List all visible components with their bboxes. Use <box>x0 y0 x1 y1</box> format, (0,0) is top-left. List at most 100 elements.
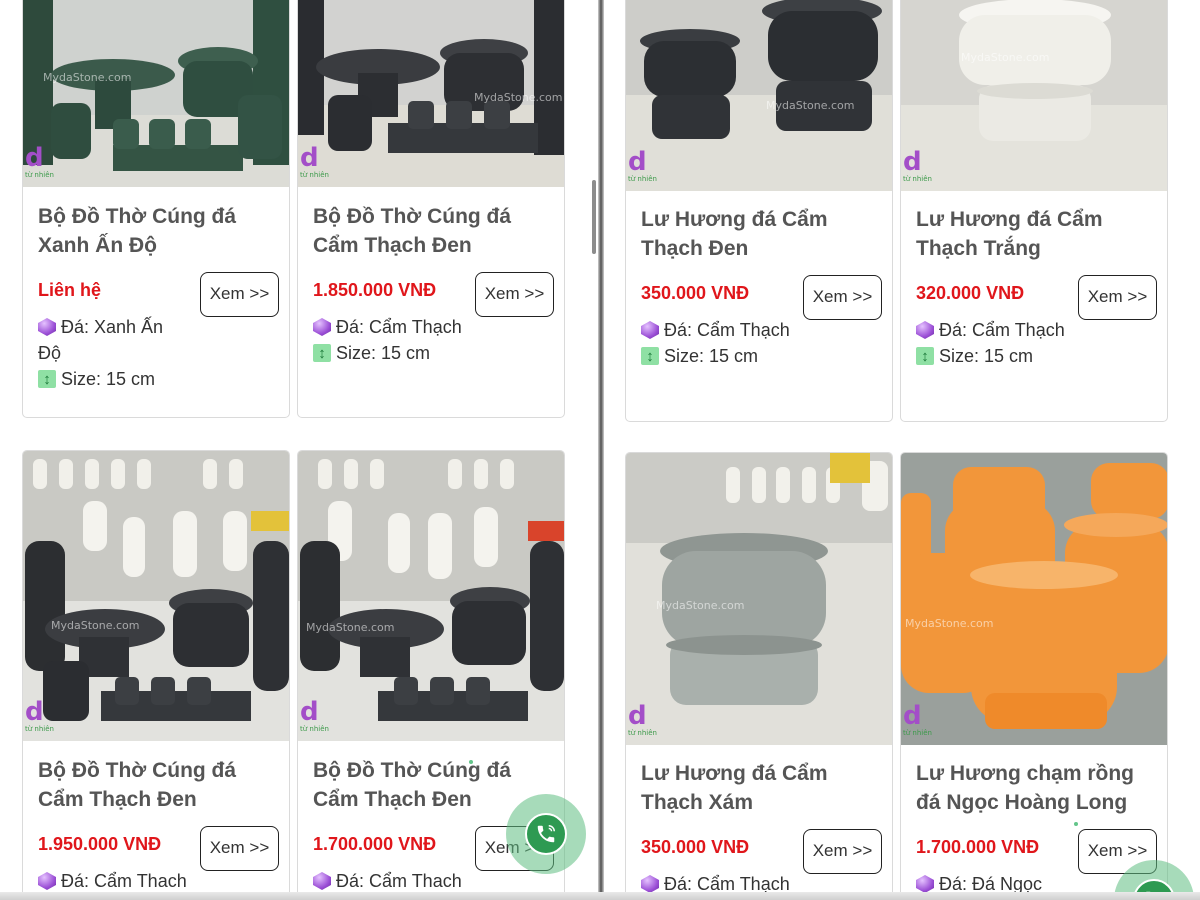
stone-text: Đá: Đá Ngọc <box>939 874 1043 894</box>
view-button[interactable]: Xem >> <box>1078 275 1157 320</box>
logo-tagline: từ nhiên <box>628 175 657 183</box>
product-image[interactable]: MydaStone.com d từ nhiên <box>626 0 892 191</box>
stone-text: Đá: Cẩm Thạch <box>336 317 462 337</box>
product-title[interactable]: Bộ Đồ Thờ Cúng đá Xanh Ấn Độ <box>38 202 278 260</box>
logo-mark: d <box>903 701 922 731</box>
product-photo <box>298 451 564 741</box>
stone-spec: Đá: Cẩm Thạch <box>916 317 1066 343</box>
gem-icon <box>916 875 934 893</box>
product-card[interactable]: MydaStone.com d từ nhiên Bộ Đồ Thờ Cúng đ… <box>297 0 565 418</box>
call-button-inner <box>525 813 567 855</box>
call-button[interactable] <box>506 794 586 874</box>
watermark-text: MydaStone.com <box>474 91 563 104</box>
product-title[interactable]: Lư Hương đá Cẩm Thạch Trắng <box>916 205 1156 263</box>
logo-tagline: từ nhiên <box>300 725 329 733</box>
logo-tagline: từ nhiên <box>25 171 54 179</box>
product-price: 1.950.000 VNĐ <box>38 834 162 854</box>
product-price: 1.700.000 VNĐ <box>916 837 1040 857</box>
product-title[interactable]: Lư Hương chạm rồng đá Ngọc Hoàng Long <box>916 759 1156 817</box>
product-title[interactable]: Lư Hương đá Cẩm Thạch Xám <box>641 759 881 817</box>
product-photo <box>23 0 289 187</box>
logo-mark: d <box>628 147 647 177</box>
size-text: Size: 15 cm <box>664 346 759 366</box>
bottom-edge <box>0 892 1200 900</box>
product-price: 320.000 VNĐ <box>916 283 1025 303</box>
view-button[interactable]: Xem >> <box>803 829 882 874</box>
product-price: 350.000 VNĐ <box>641 283 750 303</box>
product-card[interactable]: MydaStone.com d từ nhiên Bộ Đồ Thờ Cúng đ… <box>22 450 290 900</box>
product-title[interactable]: Bộ Đồ Thờ Cúng đá Cẩm Thạch Đen <box>38 756 278 814</box>
product-price: Liên hệ <box>38 280 102 300</box>
decor-dot <box>469 760 473 764</box>
product-title[interactable]: Lư Hương đá Cẩm Thạch Đen <box>641 205 881 263</box>
product-image[interactable]: MydaStone.com d từ nhiên <box>901 0 1167 191</box>
stone-spec: Đá: Cẩm Thach <box>313 868 463 894</box>
height-icon <box>313 341 331 367</box>
product-card[interactable]: MydaStone.com d từ nhiên Lư Hương đá Cẩm … <box>625 452 893 900</box>
product-image[interactable]: MydaStone.com d từ nhiên <box>626 453 892 745</box>
product-price: 1.700.000 VNĐ <box>313 834 437 854</box>
size-text: Size: 15 cm <box>336 343 431 363</box>
product-card[interactable]: MydaStone.com d từ nhiên Lư Hương đá Cẩm … <box>625 0 893 422</box>
watermark-text: MydaStone.com <box>905 617 994 630</box>
product-card[interactable]: MydaStone.com d từ nhiên Lư Hương đá Cẩm … <box>900 0 1168 422</box>
logo: d từ nhiên <box>300 699 329 733</box>
view-button[interactable]: Xem >> <box>803 275 882 320</box>
product-image[interactable]: MydaStone.com d từ nhiên <box>298 451 564 741</box>
logo-mark: d <box>25 143 44 173</box>
phone-call-icon <box>537 825 555 843</box>
logo-tagline: từ nhiên <box>300 171 329 179</box>
product-price: 350.000 VNĐ <box>641 837 750 857</box>
logo: d từ nhiên <box>300 145 329 179</box>
gem-icon <box>313 318 331 336</box>
logo-tagline: từ nhiên <box>628 729 657 737</box>
size-text: Size: 15 cm <box>61 369 156 389</box>
stone-spec: Đá: Cẩm Thạch <box>313 314 463 340</box>
product-image[interactable]: MydaStone.com d từ nhiên <box>901 453 1167 745</box>
logo-mark: d <box>25 697 44 727</box>
gem-icon <box>38 872 56 890</box>
right-pane-product-grid[interactable]: MydaStone.com d từ nhiên Lư Hương đá Cẩm … <box>604 0 1200 900</box>
product-photo <box>901 453 1167 745</box>
product-card[interactable]: MydaStone.com d từ nhiên Lư Hương chạm rồ… <box>900 452 1168 900</box>
product-title[interactable]: Bộ Đồ Thờ Cúng đá Cẩm Thạch Đen <box>313 202 553 260</box>
watermark-text: MydaStone.com <box>306 621 395 634</box>
size-spec: Size: 15 cm <box>313 340 463 367</box>
gem-icon <box>916 321 934 339</box>
logo: d từ nhiên <box>25 145 54 179</box>
size-text: Size: 15 cm <box>939 346 1034 366</box>
watermark-text: MydaStone.com <box>656 599 745 612</box>
logo-tagline: từ nhiên <box>903 175 932 183</box>
logo-tagline: từ nhiên <box>25 725 54 733</box>
height-icon <box>916 344 934 370</box>
stone-spec: Đá: Cẩm Thach <box>38 868 188 894</box>
product-price: 1.850.000 VNĐ <box>313 280 437 300</box>
height-icon <box>641 344 659 370</box>
left-pane-product-grid[interactable]: MydaStone.com d từ nhiên Bộ Đồ Thờ Cúng đ… <box>0 0 598 900</box>
product-image[interactable]: MydaStone.com d từ nhiên <box>298 0 564 187</box>
view-button[interactable]: Xem >> <box>200 826 279 871</box>
gem-icon <box>38 318 56 336</box>
gem-icon <box>313 872 331 890</box>
logo-tagline: từ nhiên <box>903 729 932 737</box>
decor-dot <box>1074 822 1078 826</box>
watermark-text: MydaStone.com <box>43 71 132 84</box>
logo-mark: d <box>628 701 647 731</box>
watermark-text: MydaStone.com <box>961 51 1050 64</box>
view-button[interactable]: Xem >> <box>200 272 279 317</box>
logo-mark: d <box>300 143 319 173</box>
logo: d từ nhiên <box>903 149 932 183</box>
product-photo <box>23 451 289 741</box>
view-button[interactable]: Xem >> <box>475 272 554 317</box>
stone-text: Đá: Xanh Ấn Độ <box>38 317 164 363</box>
watermark-text: MydaStone.com <box>51 619 140 632</box>
split-screen: MydaStone.com d từ nhiên Bộ Đồ Thờ Cúng đ… <box>0 0 1200 900</box>
logo-mark: d <box>300 697 319 727</box>
product-card[interactable]: MydaStone.com d từ nhiên Bộ Đồ Thờ Cúng đ… <box>22 0 290 418</box>
stone-spec: Đá: Cẩm Thạch <box>641 317 791 343</box>
product-image[interactable]: MydaStone.com d từ nhiên <box>23 0 289 187</box>
stone-text: Đá: Cẩm Thach <box>336 871 462 891</box>
stone-spec: Đá: Xanh Ấn Độ <box>38 314 188 366</box>
scrollbar-thumb[interactable] <box>592 180 596 254</box>
product-image[interactable]: MydaStone.com d từ nhiên <box>23 451 289 741</box>
